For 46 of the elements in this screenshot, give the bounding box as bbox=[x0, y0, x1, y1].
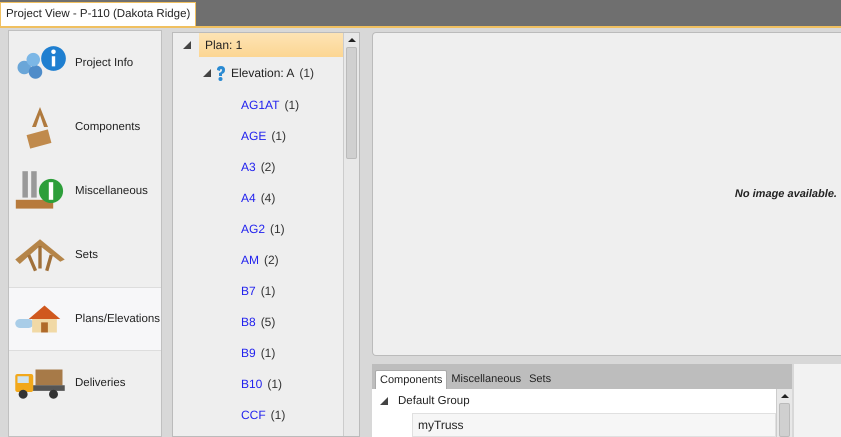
expand-arrow-icon[interactable] bbox=[183, 41, 191, 49]
item-count: (2) bbox=[264, 252, 279, 266]
tab[interactable]: Sets bbox=[525, 370, 556, 389]
expand-arrow-icon[interactable] bbox=[203, 69, 211, 77]
expand-arrow-icon[interactable] bbox=[380, 397, 388, 405]
scrollbar[interactable] bbox=[776, 389, 792, 437]
item-count: (1) bbox=[267, 376, 282, 390]
tree-item[interactable]: A4 bbox=[241, 190, 256, 204]
nav-item[interactable]: Deliveries bbox=[9, 351, 161, 415]
item-count: (1) bbox=[299, 66, 314, 80]
group-header[interactable]: Default Group bbox=[398, 395, 470, 407]
question-mark-icon bbox=[216, 66, 226, 80]
item-count: (1) bbox=[270, 222, 285, 236]
nav-item[interactable]: Plans/Elevations bbox=[9, 287, 161, 351]
tree-item[interactable]: Elevation: A bbox=[231, 66, 294, 80]
nav-item[interactable]: Project Info bbox=[9, 31, 161, 95]
item-count: (1) bbox=[284, 98, 300, 112]
nav-item[interactable]: Miscellaneous bbox=[9, 159, 161, 223]
tab[interactable]: Components bbox=[375, 370, 448, 389]
item-count: (1) bbox=[271, 128, 286, 142]
tree-item[interactable]: B8 bbox=[241, 314, 256, 328]
scroll-thumb[interactable] bbox=[346, 47, 357, 159]
tree-item[interactable]: AG2 bbox=[241, 222, 266, 236]
no-image-message: No image available. bbox=[734, 188, 837, 200]
item-count: (4) bbox=[260, 190, 276, 204]
document-tab[interactable]: Project View - P-110 (Dakota Ridge) bbox=[0, 2, 196, 26]
item-count: (1) bbox=[260, 284, 276, 298]
tree-item[interactable]: A3 bbox=[241, 160, 256, 174]
tab[interactable]: Miscellaneous bbox=[447, 370, 526, 389]
item-count: (2) bbox=[260, 160, 276, 174]
tree-item[interactable]: AG1AT bbox=[241, 98, 280, 112]
item-count: (5) bbox=[260, 314, 276, 328]
tree-item[interactable]: AGE bbox=[241, 128, 266, 142]
scroll-thumb[interactable] bbox=[779, 403, 790, 437]
tree-item[interactable]: B9 bbox=[241, 346, 256, 360]
tree-item[interactable]: B7 bbox=[241, 284, 256, 298]
tree-item[interactable]: B10 bbox=[241, 376, 262, 390]
scrollbar[interactable] bbox=[343, 33, 359, 436]
nav-item[interactable]: Components bbox=[9, 95, 161, 159]
list-item[interactable]: myTruss bbox=[412, 413, 776, 437]
item-count: (1) bbox=[270, 408, 286, 422]
item-count: (1) bbox=[260, 346, 276, 360]
tree-item[interactable]: AM bbox=[241, 252, 259, 266]
nav-item[interactable]: Sets bbox=[9, 223, 161, 287]
tree-item[interactable]: CCF bbox=[241, 408, 266, 422]
tree-item[interactable]: Plan: 1 bbox=[199, 33, 343, 57]
